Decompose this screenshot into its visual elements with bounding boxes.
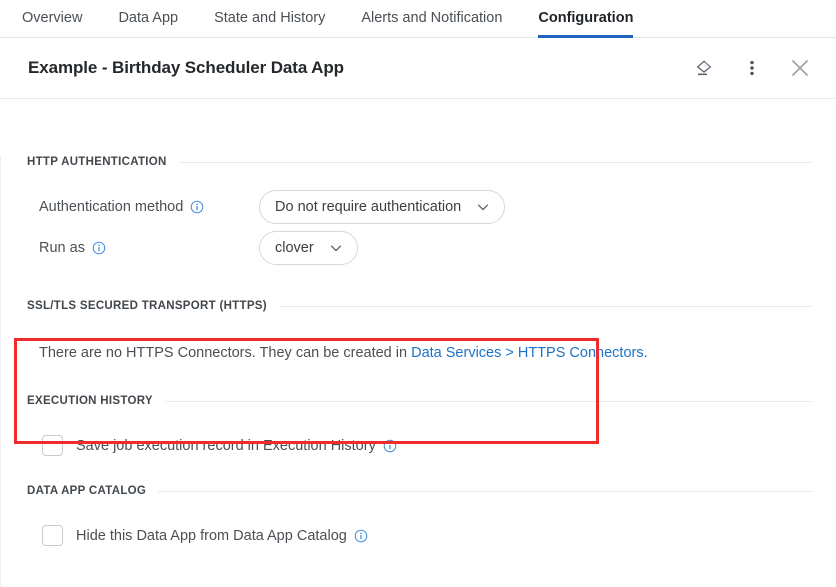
section-header-data-app-catalog: DATA APP CATALOG	[1, 485, 836, 497]
close-icon	[788, 56, 812, 80]
tab-bar: Overview Data App State and History Aler…	[0, 0, 836, 38]
chevron-down-icon	[475, 199, 491, 215]
info-icon[interactable]	[92, 241, 106, 255]
save-execution-record-label-group: Save job execution record in Execution H…	[76, 438, 397, 454]
info-icon[interactable]	[383, 439, 397, 453]
title-bar: Example - Birthday Scheduler Data App	[0, 38, 836, 99]
row-save-execution-record: Save job execution record in Execution H…	[1, 435, 836, 456]
info-icon[interactable]	[190, 200, 204, 214]
title-actions	[690, 54, 814, 82]
tab-alerts-and-notification[interactable]: Alerts and Notification	[361, 0, 502, 38]
tab-state-and-history[interactable]: State and History	[214, 0, 325, 38]
section-divider	[165, 401, 812, 402]
authentication-method-label: Authentication method	[39, 199, 183, 215]
more-vertical-icon	[742, 58, 762, 78]
section-header-ssl-tls: SSL/TLS SECURED TRANSPORT (HTTPS)	[1, 300, 836, 312]
hide-from-catalog-checkbox[interactable]	[42, 525, 63, 546]
field-run-as: Run as clover	[1, 231, 836, 265]
field-authentication-method: Authentication method Do not require aut…	[1, 190, 836, 224]
authentication-method-select[interactable]: Do not require authentication	[259, 190, 505, 224]
info-icon[interactable]	[354, 529, 368, 543]
section-header-http-authentication: HTTP AUTHENTICATION	[1, 156, 836, 168]
run-as-value: clover	[275, 240, 314, 256]
section-title-http-authentication: HTTP AUTHENTICATION	[27, 156, 167, 168]
data-services-https-connectors-link[interactable]: Data Services > HTTPS Connectors.	[411, 345, 648, 361]
more-options-button[interactable]	[738, 54, 766, 82]
section-divider	[158, 491, 812, 492]
run-as-label-group: Run as	[39, 240, 259, 256]
tab-overview[interactable]: Overview	[22, 0, 82, 38]
run-as-label: Run as	[39, 240, 85, 256]
chevron-down-icon	[328, 240, 344, 256]
run-as-select[interactable]: clover	[259, 231, 358, 265]
section-title-execution-history: EXECUTION HISTORY	[27, 395, 153, 407]
section-title-ssl-tls: SSL/TLS SECURED TRANSPORT (HTTPS)	[27, 300, 267, 312]
close-button[interactable]	[786, 54, 814, 82]
authentication-method-value: Do not require authentication	[275, 199, 461, 215]
https-connectors-note: There are no HTTPS Connectors. They can …	[1, 345, 836, 361]
save-execution-record-label: Save job execution record in Execution H…	[76, 438, 376, 454]
section-divider	[279, 306, 812, 307]
section-title-data-app-catalog: DATA APP CATALOG	[27, 485, 146, 497]
row-hide-from-catalog: Hide this Data App from Data App Catalog	[1, 525, 836, 546]
tab-data-app[interactable]: Data App	[118, 0, 178, 38]
hide-from-catalog-label-group: Hide this Data App from Data App Catalog	[76, 528, 368, 544]
authentication-method-label-group: Authentication method	[39, 199, 259, 215]
section-header-execution-history: EXECUTION HISTORY	[1, 395, 836, 407]
section-divider	[179, 162, 812, 163]
save-execution-record-checkbox[interactable]	[42, 435, 63, 456]
eraser-icon	[694, 58, 714, 78]
configuration-content: HTTP AUTHENTICATION Authentication metho…	[0, 156, 836, 587]
tab-configuration[interactable]: Configuration	[538, 0, 633, 38]
hide-from-catalog-label: Hide this Data App from Data App Catalog	[76, 528, 347, 544]
eraser-button[interactable]	[690, 54, 718, 82]
page-title: Example - Birthday Scheduler Data App	[28, 58, 690, 78]
https-connectors-note-text: There are no HTTPS Connectors. They can …	[39, 345, 411, 361]
